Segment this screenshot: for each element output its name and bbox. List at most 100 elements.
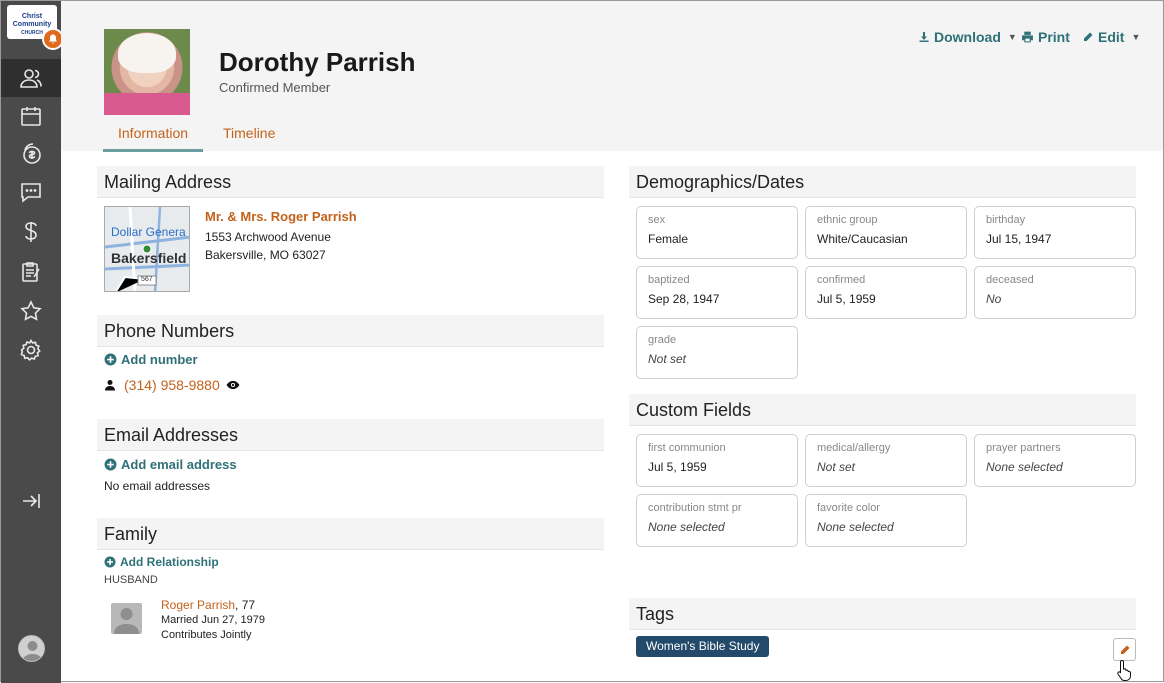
addressee-link[interactable]: Mr. & Mrs. Roger Parrish — [205, 209, 357, 224]
field-label: prayer partners — [986, 442, 1061, 454]
add-email-button[interactable]: Add email address — [104, 457, 237, 472]
married-date: Married Jun 27, 1979 — [161, 614, 265, 626]
person-icon — [105, 380, 115, 391]
address-line-2: Bakersville, MO 63027 — [205, 248, 326, 262]
family-member-link[interactable]: Roger Parrish — [161, 598, 235, 612]
tab-information[interactable]: Information — [103, 123, 204, 152]
add-relationship-button[interactable]: Add Relationship — [104, 555, 219, 569]
tag-womens-bible-study[interactable]: Women's Bible Study — [636, 636, 770, 657]
field-label: medical/allergy — [817, 442, 891, 454]
phone-row: (314) 958-9880 — [104, 377, 240, 393]
field-card-medical-allergy[interactable]: medical/allergy Not set — [805, 434, 967, 487]
field-card-birthday[interactable]: birthday Jul 15, 1947 — [974, 206, 1136, 259]
field-value: Jul 15, 1947 — [986, 232, 1052, 246]
field-label: contribution stmt pr — [648, 502, 742, 514]
member-status: Confirmed Member — [219, 80, 331, 95]
nav-giving-icon[interactable] — [1, 135, 61, 173]
field-value: None selected — [817, 520, 894, 534]
pencil-icon — [1120, 645, 1129, 654]
field-label: favorite color — [817, 502, 880, 514]
hand-cursor-icon — [1117, 659, 1131, 681]
field-label: sex — [648, 214, 666, 226]
no-emails-text: No email addresses — [104, 479, 211, 493]
field-label: birthday — [986, 214, 1026, 226]
field-value: White/Caucasian — [817, 232, 908, 246]
field-card-grade[interactable]: grade Not set — [636, 326, 798, 379]
edit-label: Edit — [1098, 29, 1125, 45]
user-avatar[interactable] — [18, 635, 45, 662]
address-line-1: 1553 Archwood Avenue — [205, 230, 331, 244]
plus-circle-icon — [104, 458, 117, 471]
field-value: No — [986, 292, 1002, 306]
pencil-icon — [1084, 32, 1093, 41]
family-heading: Family — [97, 518, 604, 550]
field-card-prayer-partners[interactable]: prayer partners None selected — [974, 434, 1136, 487]
email-addresses-heading: Email Addresses — [97, 419, 604, 451]
add-number-button[interactable]: Add number — [104, 352, 198, 367]
field-label: grade — [648, 334, 677, 346]
field-value: None selected — [648, 520, 725, 534]
field-label: ethnic group — [817, 214, 878, 226]
field-value: Jul 5, 1959 — [648, 460, 707, 474]
profile-header: Dorothy Parrish Confirmed Member Informa… — [61, 1, 1163, 152]
logo-line-1: Christ — [21, 13, 43, 20]
field-value: None selected — [986, 460, 1063, 474]
phone-numbers-heading: Phone Numbers — [97, 315, 604, 347]
nav-dollar-icon[interactable] — [1, 213, 61, 251]
chevron-down-icon: ▼ — [1007, 32, 1017, 42]
chevron-down-icon: ▼ — [1131, 32, 1141, 42]
field-card-favorite-color[interactable]: favorite color None selected — [805, 494, 967, 547]
nav-chat-icon[interactable] — [1, 173, 61, 211]
eye-icon[interactable] — [226, 380, 240, 390]
field-card-contribution-stmt[interactable]: contribution stmt pr None selected — [636, 494, 798, 547]
field-card-ethnic-group[interactable]: ethnic group White/Caucasian — [805, 206, 967, 259]
relationship-type: HUSBAND — [104, 574, 158, 586]
collapse-sidebar-icon[interactable] — [1, 482, 61, 520]
nav-people-icon[interactable] — [1, 59, 61, 97]
field-card-confirmed[interactable]: confirmed Jul 5, 1959 — [805, 266, 967, 319]
profile-photo[interactable] — [104, 29, 190, 115]
field-card-sex[interactable]: sex Female — [636, 206, 798, 259]
family-member-age: , 77 — [235, 598, 256, 612]
edit-button[interactable]: Edit ▼ — [1082, 29, 1140, 45]
download-label: Download — [934, 29, 1001, 45]
plus-circle-icon — [104, 556, 116, 568]
add-email-label: Add email address — [121, 457, 237, 472]
field-card-first-communion[interactable]: first communion Jul 5, 1959 — [636, 434, 798, 487]
nav-settings-gear-icon[interactable] — [1, 331, 61, 369]
contribution-status: Contributes Jointly — [161, 629, 252, 641]
map-road-label: 567 — [141, 276, 153, 283]
map-place-label: Dollar Genera — [111, 225, 186, 239]
field-card-baptized[interactable]: baptized Sep 28, 1947 — [636, 266, 798, 319]
print-button[interactable]: Print — [1021, 29, 1070, 45]
nav-forms-icon[interactable] — [1, 253, 61, 291]
nav-calendar-icon[interactable] — [1, 97, 61, 135]
field-value: Female — [648, 232, 689, 246]
field-label: first communion — [648, 442, 726, 454]
print-icon — [1022, 31, 1033, 43]
print-label: Print — [1038, 29, 1070, 45]
sidebar: Christ Community CHURCH — [1, 1, 64, 683]
tags-heading: Tags — [629, 598, 1136, 630]
field-value: Sep 28, 1947 — [648, 292, 720, 306]
field-label: confirmed — [817, 274, 866, 286]
download-button[interactable]: Download ▼ — [918, 29, 1017, 45]
map-city-label: Bakersfield — [111, 250, 187, 266]
phone-number-link[interactable]: (314) 958-9880 — [124, 377, 220, 393]
field-card-deceased[interactable]: deceased No — [974, 266, 1136, 319]
family-member-avatar[interactable] — [111, 603, 142, 634]
add-number-label: Add number — [121, 352, 198, 367]
demographics-heading: Demographics/Dates — [629, 166, 1136, 198]
person-name: Dorothy Parrish — [219, 47, 416, 77]
custom-fields-heading: Custom Fields — [629, 394, 1136, 426]
family-member-line: Roger Parrish, 77 — [161, 598, 255, 612]
tab-timeline[interactable]: Timeline — [208, 123, 290, 149]
download-icon — [919, 32, 929, 42]
field-label: deceased — [986, 274, 1034, 286]
mailing-address-heading: Mailing Address — [97, 166, 604, 198]
nav-star-icon[interactable] — [1, 292, 61, 330]
add-relationship-label: Add Relationship — [120, 555, 219, 569]
field-value: Jul 5, 1959 — [817, 292, 876, 306]
address-map[interactable]: Dollar Genera Bakersfield 567 — [104, 206, 190, 292]
edit-tags-button[interactable] — [1113, 638, 1136, 661]
